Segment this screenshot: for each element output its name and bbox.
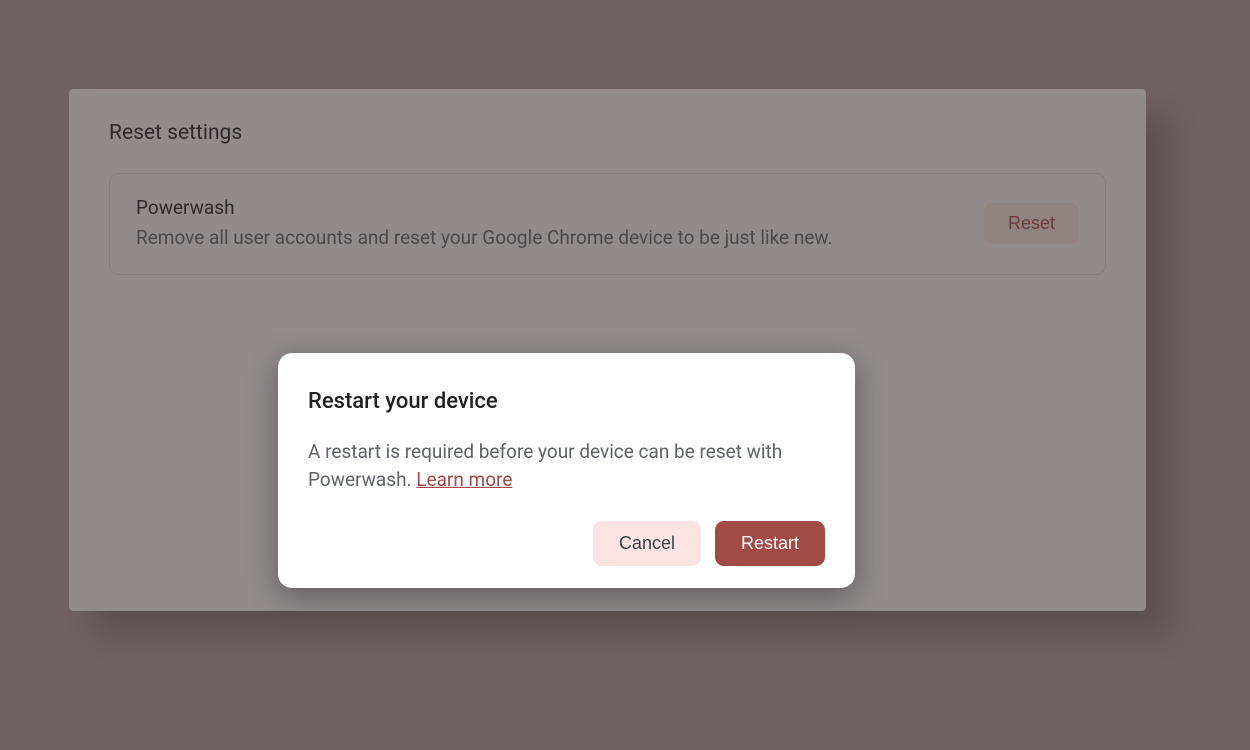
restart-dialog: Restart your device A restart is require… bbox=[278, 353, 855, 588]
learn-more-link[interactable]: Learn more bbox=[416, 468, 512, 491]
dialog-body-text: A restart is required before your device… bbox=[308, 440, 782, 491]
dialog-body: A restart is required before your device… bbox=[308, 438, 825, 493]
cancel-button[interactable]: Cancel bbox=[593, 521, 701, 566]
restart-button[interactable]: Restart bbox=[715, 521, 825, 566]
dialog-actions: Cancel Restart bbox=[308, 521, 825, 566]
dialog-title: Restart your device bbox=[308, 389, 825, 414]
stage: Reset settings Powerwash Remove all user… bbox=[0, 0, 1250, 750]
